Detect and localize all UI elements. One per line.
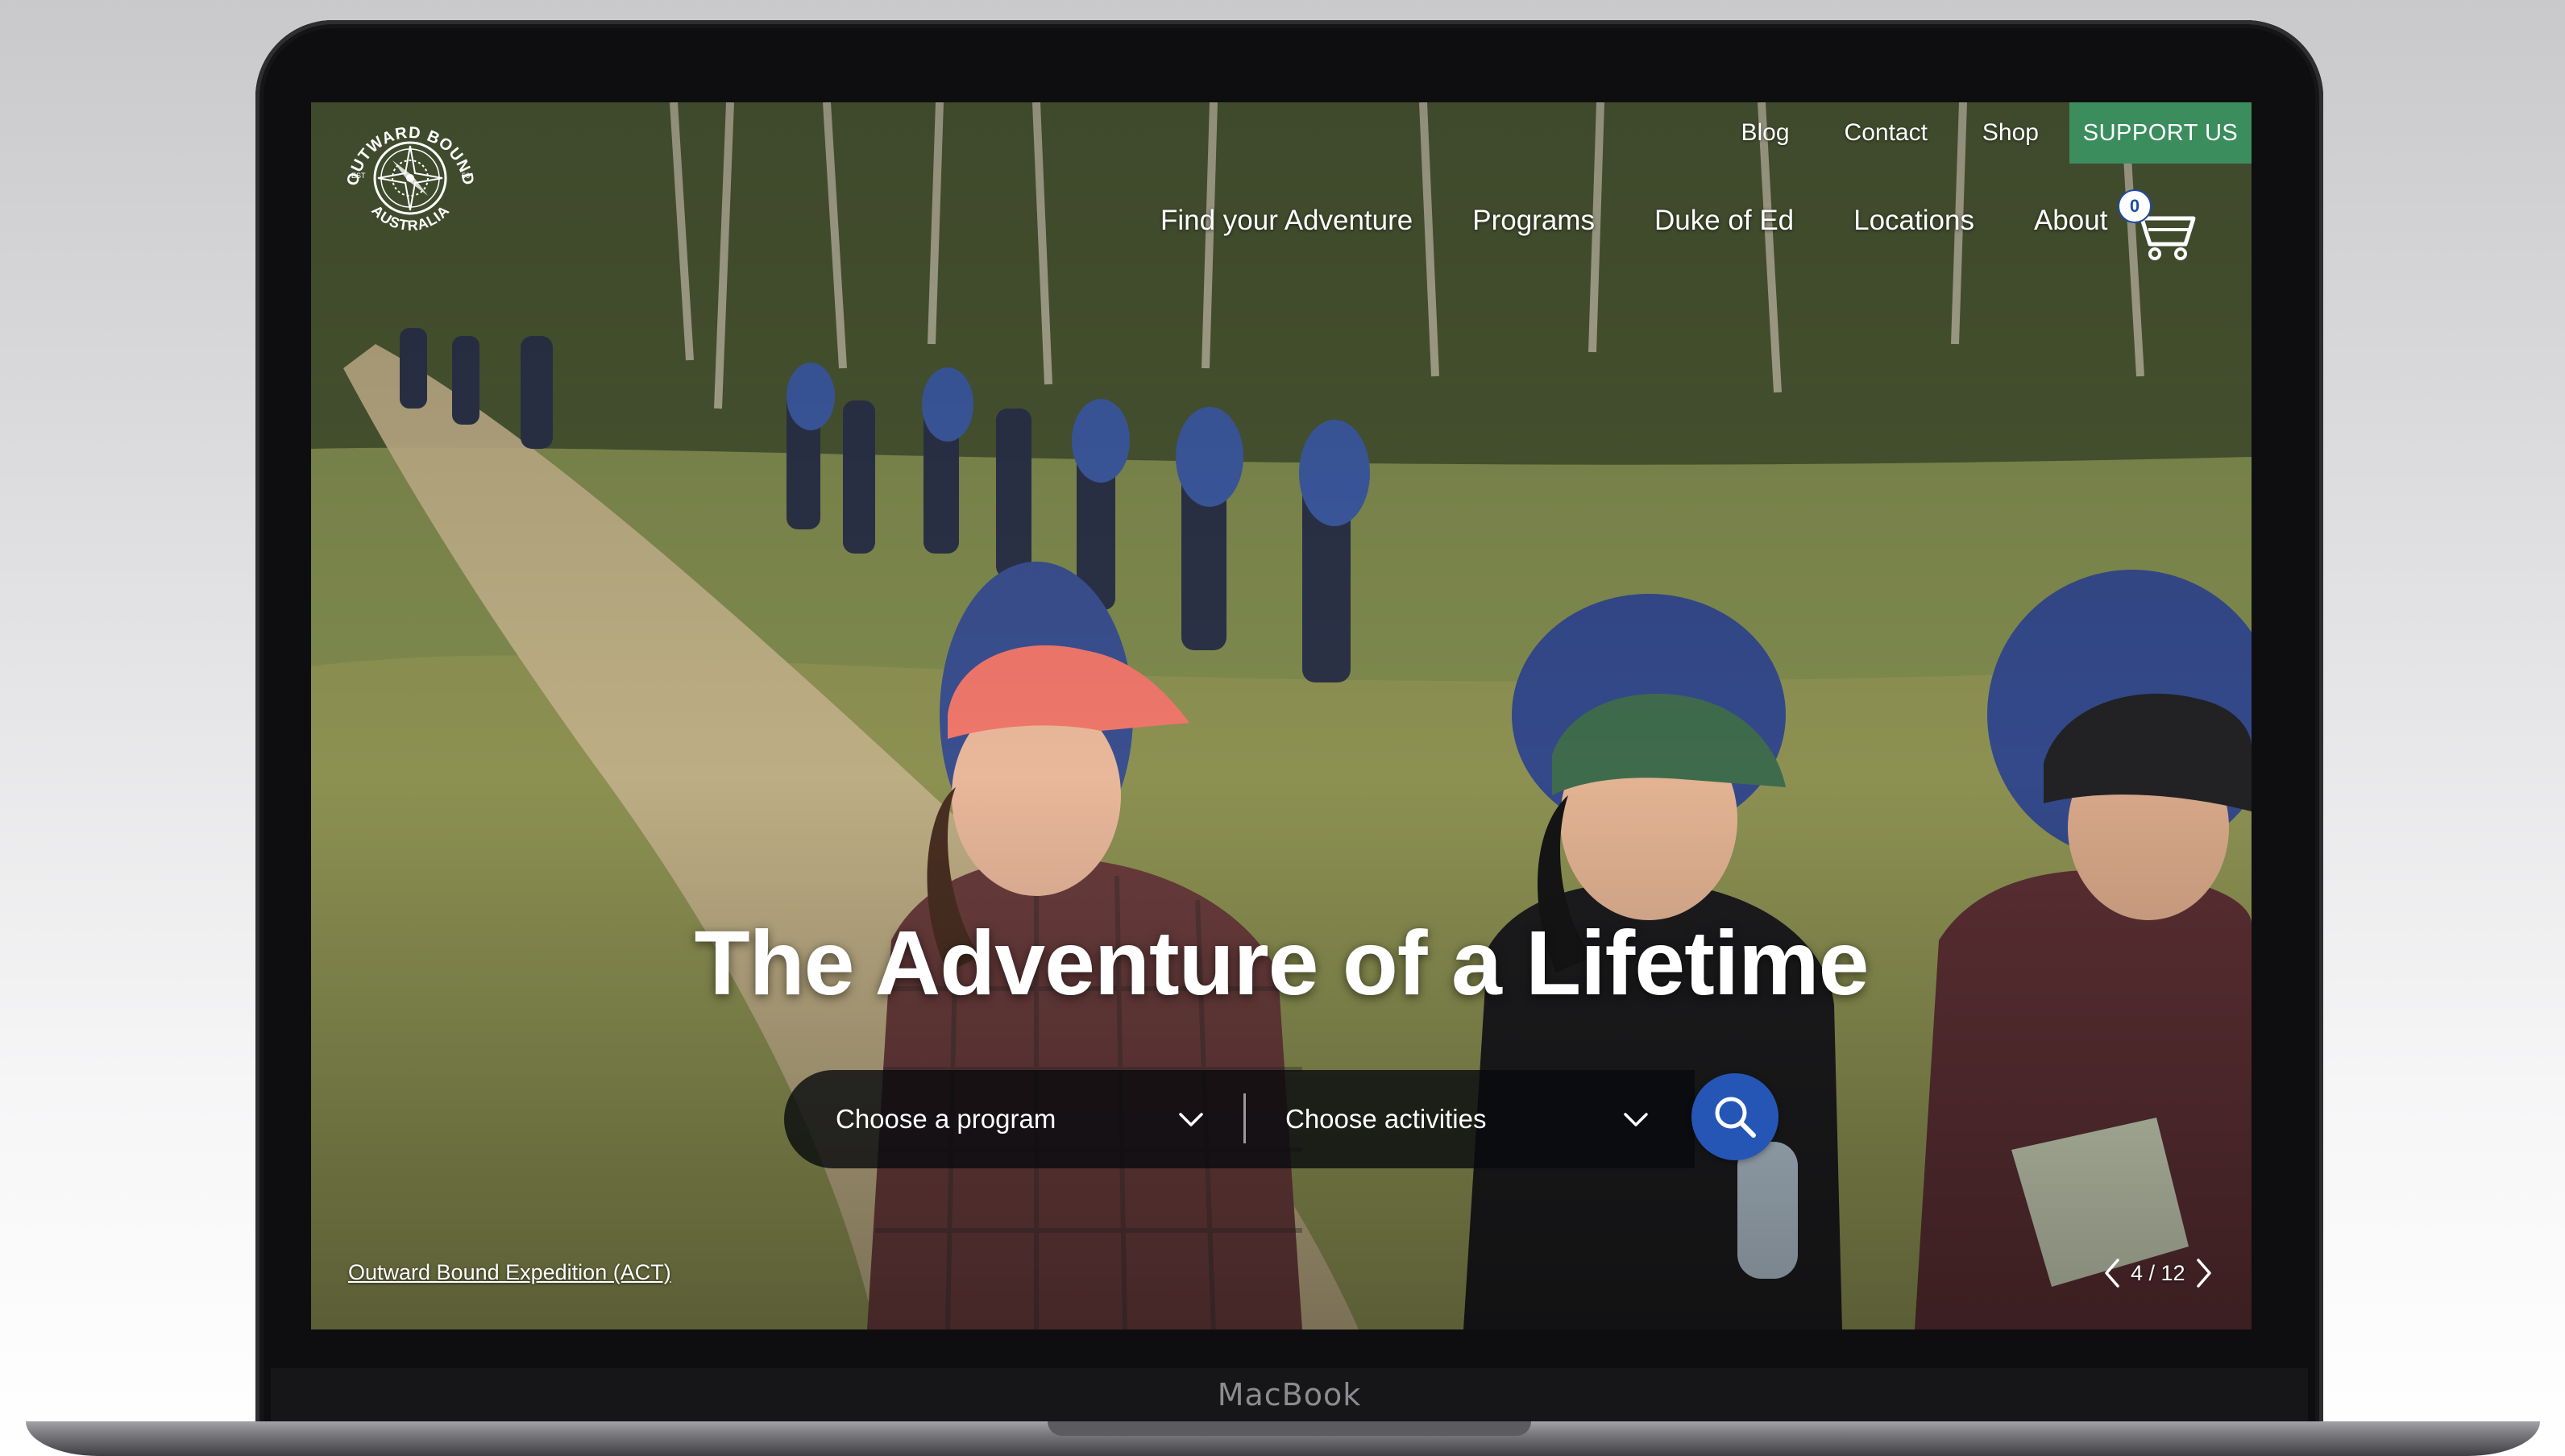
- cart-button[interactable]: 0: [2118, 189, 2198, 262]
- chevron-down-icon: [1179, 1113, 1203, 1126]
- main-nav: Find your Adventure Programs Duke of Ed …: [1160, 205, 2167, 237]
- prev-slide-button[interactable]: [2098, 1253, 2126, 1293]
- support-us-button[interactable]: SUPPORT US: [2069, 102, 2252, 164]
- slide-controls: 4 / 12: [2098, 1253, 2218, 1293]
- nav-find-your-adventure[interactable]: Find your Adventure: [1160, 205, 1413, 237]
- nav-locations[interactable]: Locations: [1853, 205, 1974, 237]
- outward-bound-logo[interactable]: OUTWARD BOUND AUSTRALIA EST 56: [340, 104, 481, 245]
- slide-counter: 4 / 12: [2131, 1260, 2185, 1285]
- cart-count-badge: 0: [2118, 189, 2152, 223]
- adventure-search-bar: Choose a program Choose activities: [784, 1070, 1695, 1168]
- chevron-right-icon: [2196, 1259, 2211, 1288]
- laptop-notch: [1048, 1421, 1531, 1436]
- activities-select-label: Choose activities: [1285, 1104, 1487, 1134]
- search-button[interactable]: [1691, 1073, 1778, 1160]
- utility-nav: Blog Contact Shop SUPPORT US: [1741, 102, 2252, 164]
- hero-title: The Adventure of a Lifetime: [694, 912, 1870, 1014]
- nav-about[interactable]: About: [2034, 205, 2107, 237]
- contact-link[interactable]: Contact: [1845, 119, 1928, 147]
- shop-link[interactable]: Shop: [1982, 119, 2039, 147]
- nav-programs[interactable]: Programs: [1472, 205, 1595, 237]
- next-slide-button[interactable]: [2190, 1253, 2218, 1293]
- photo-caption-link[interactable]: Outward Bound Expedition (ACT): [348, 1260, 671, 1285]
- search-icon: [1715, 1097, 1756, 1138]
- program-select-label: Choose a program: [836, 1104, 1056, 1134]
- svg-text:56: 56: [462, 172, 470, 180]
- nav-duke-of-ed[interactable]: Duke of Ed: [1654, 205, 1794, 237]
- program-select[interactable]: Choose a program: [784, 1070, 1243, 1168]
- blog-link[interactable]: Blog: [1741, 119, 1789, 147]
- chevron-down-icon: [1624, 1113, 1648, 1126]
- chevron-left-icon: [2105, 1259, 2119, 1288]
- activities-select[interactable]: Choose activities: [1243, 1070, 1695, 1168]
- laptop-chin-label: MacBook: [271, 1368, 2308, 1421]
- svg-text:EST: EST: [351, 172, 366, 180]
- browser-viewport: OUTWARD BOUND AUSTRALIA EST 56 Blog Cont…: [311, 102, 2252, 1329]
